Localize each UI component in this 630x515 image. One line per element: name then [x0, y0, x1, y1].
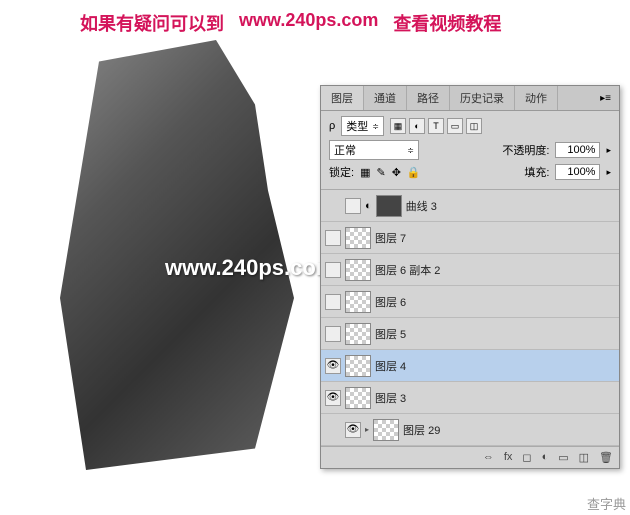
tab-layers[interactable]: 图层 [321, 86, 364, 110]
layer-thumb[interactable] [345, 387, 371, 409]
opacity-value: 100% [567, 144, 595, 156]
layer-row[interactable]: 👁 ▸ 图层 29 [321, 414, 619, 446]
layer-thumb[interactable] [345, 259, 371, 281]
filter-icons: ▦ ◐ T ▭ ◫ [390, 118, 482, 134]
visibility-toggle[interactable] [325, 294, 341, 310]
layer-name-label[interactable]: 图层 29 [403, 422, 440, 438]
panel-tabs: 图层 通道 路径 历史记录 动作 ▸≡ [321, 86, 619, 111]
layer-name-label[interactable]: 曲线 3 [406, 198, 437, 214]
layer-row[interactable]: 图层 6 [321, 286, 619, 318]
layer-name-label[interactable]: 图层 4 [375, 358, 406, 374]
opacity-input[interactable]: 100% [555, 142, 600, 158]
layer-list: ◐ 曲线 3 图层 7 图层 6 副本 2 图层 6 图层 5 👁 图层 [321, 190, 619, 446]
fx-icon[interactable]: fx [504, 451, 513, 464]
layer-thumb[interactable] [345, 355, 371, 377]
layer-thumb[interactable] [373, 419, 399, 441]
layer-row[interactable]: 图层 5 [321, 318, 619, 350]
layer-row[interactable]: ◐ 曲线 3 [321, 190, 619, 222]
layer-row[interactable]: 👁 图层 4 [321, 350, 619, 382]
layer-name-label[interactable]: 图层 3 [375, 390, 406, 406]
center-watermark: www.240ps.com [165, 255, 335, 281]
banner-text-2: 查看视频教程 [393, 10, 501, 36]
layers-panel: 图层 通道 路径 历史记录 动作 ▸≡ ρ 类型 ≑ ▦ ◐ T ▭ ◫ 正常 … [320, 85, 620, 469]
fill-input[interactable]: 100% [555, 164, 600, 180]
chevron-down-icon: ≑ [372, 122, 379, 131]
layer-row[interactable]: 图层 7 [321, 222, 619, 254]
visibility-toggle[interactable]: 👁 [325, 390, 341, 406]
layer-thumb[interactable] [345, 291, 371, 313]
visibility-toggle[interactable] [325, 230, 341, 246]
chevron-down-icon: ≑ [407, 146, 414, 155]
lock-transparency-icon[interactable]: ▦ [360, 166, 370, 179]
tab-history[interactable]: 历史记录 [450, 86, 515, 110]
layer-row[interactable]: 👁 图层 3 [321, 382, 619, 414]
panel-controls: ρ 类型 ≑ ▦ ◐ T ▭ ◫ 正常 ≑ 不透明度: 100% ▸ [321, 111, 619, 190]
layer-thumb[interactable] [345, 323, 371, 345]
chevron-icon[interactable]: ▸ [606, 145, 611, 156]
kind-label: 类型 [346, 118, 368, 134]
chevron-icon[interactable]: ▸ [606, 167, 611, 178]
adjustment-layer-icon[interactable]: ◐ [542, 451, 549, 464]
kind-dropdown[interactable]: 类型 ≑ [341, 116, 384, 136]
link-layers-icon[interactable]: ⇔ [483, 451, 494, 464]
lock-icons: ▦ ✎ ✥ 🔒 [360, 166, 421, 179]
tab-paths[interactable]: 路径 [407, 86, 450, 110]
mask-icon[interactable]: ◻ [522, 451, 531, 464]
new-layer-icon[interactable]: ◫ [579, 451, 589, 464]
layer-mask-thumb[interactable] [376, 195, 402, 217]
lock-all-icon[interactable]: 🔒 [407, 166, 421, 179]
visibility-toggle[interactable]: 👁 [345, 422, 361, 438]
lock-move-icon[interactable]: ✥ [392, 166, 401, 179]
opacity-label: 不透明度: [502, 142, 549, 158]
panel-footer: ⇔ fx ◻ ◐ ▭ ◫ 🗑 [321, 446, 619, 468]
filter-smart-icon[interactable]: ◫ [466, 118, 482, 134]
layer-name-label[interactable]: 图层 5 [375, 326, 406, 342]
visibility-toggle[interactable]: 👁 [325, 358, 341, 374]
filter-pixel-icon[interactable]: ▦ [390, 118, 406, 134]
group-icon[interactable]: ▭ [558, 451, 568, 464]
banner-text-1: 如果有疑问可以到 [80, 10, 224, 36]
visibility-toggle[interactable] [325, 262, 341, 278]
kind-label-icon: ρ [329, 120, 335, 132]
visibility-toggle[interactable] [325, 326, 341, 342]
filter-adjust-icon[interactable]: ◐ [409, 118, 425, 134]
fill-value: 100% [567, 166, 595, 178]
layer-name-label[interactable]: 图层 7 [375, 230, 406, 246]
layer-thumb[interactable] [345, 227, 371, 249]
blend-mode-dropdown[interactable]: 正常 ≑ [329, 140, 419, 160]
expand-arrow-icon[interactable]: ▸ [365, 425, 369, 434]
blend-mode-value: 正常 [334, 142, 356, 158]
filter-shape-icon[interactable]: ▭ [447, 118, 463, 134]
bottom-watermark: 查字典 [587, 494, 626, 513]
fill-label: 填充: [524, 164, 549, 180]
filter-type-icon[interactable]: T [428, 118, 444, 134]
tab-actions[interactable]: 动作 [515, 86, 558, 110]
banner-url: www.240ps.com [239, 10, 378, 36]
panel-menu-icon[interactable]: ▸≡ [592, 91, 619, 106]
layer-name-label[interactable]: 图层 6 [375, 294, 406, 310]
lock-label: 锁定: [329, 164, 354, 180]
layer-row[interactable]: 图层 6 副本 2 [321, 254, 619, 286]
tab-channels[interactable]: 通道 [364, 86, 407, 110]
layer-name-label[interactable]: 图层 6 副本 2 [375, 262, 440, 278]
top-banner: 如果有疑问可以到 www.240ps.com 查看视频教程 [80, 10, 501, 36]
delete-layer-icon[interactable]: 🗑 [599, 451, 613, 464]
visibility-toggle[interactable] [345, 198, 361, 214]
adjustment-icon: ◐ [365, 200, 372, 212]
lock-brush-icon[interactable]: ✎ [376, 166, 385, 179]
